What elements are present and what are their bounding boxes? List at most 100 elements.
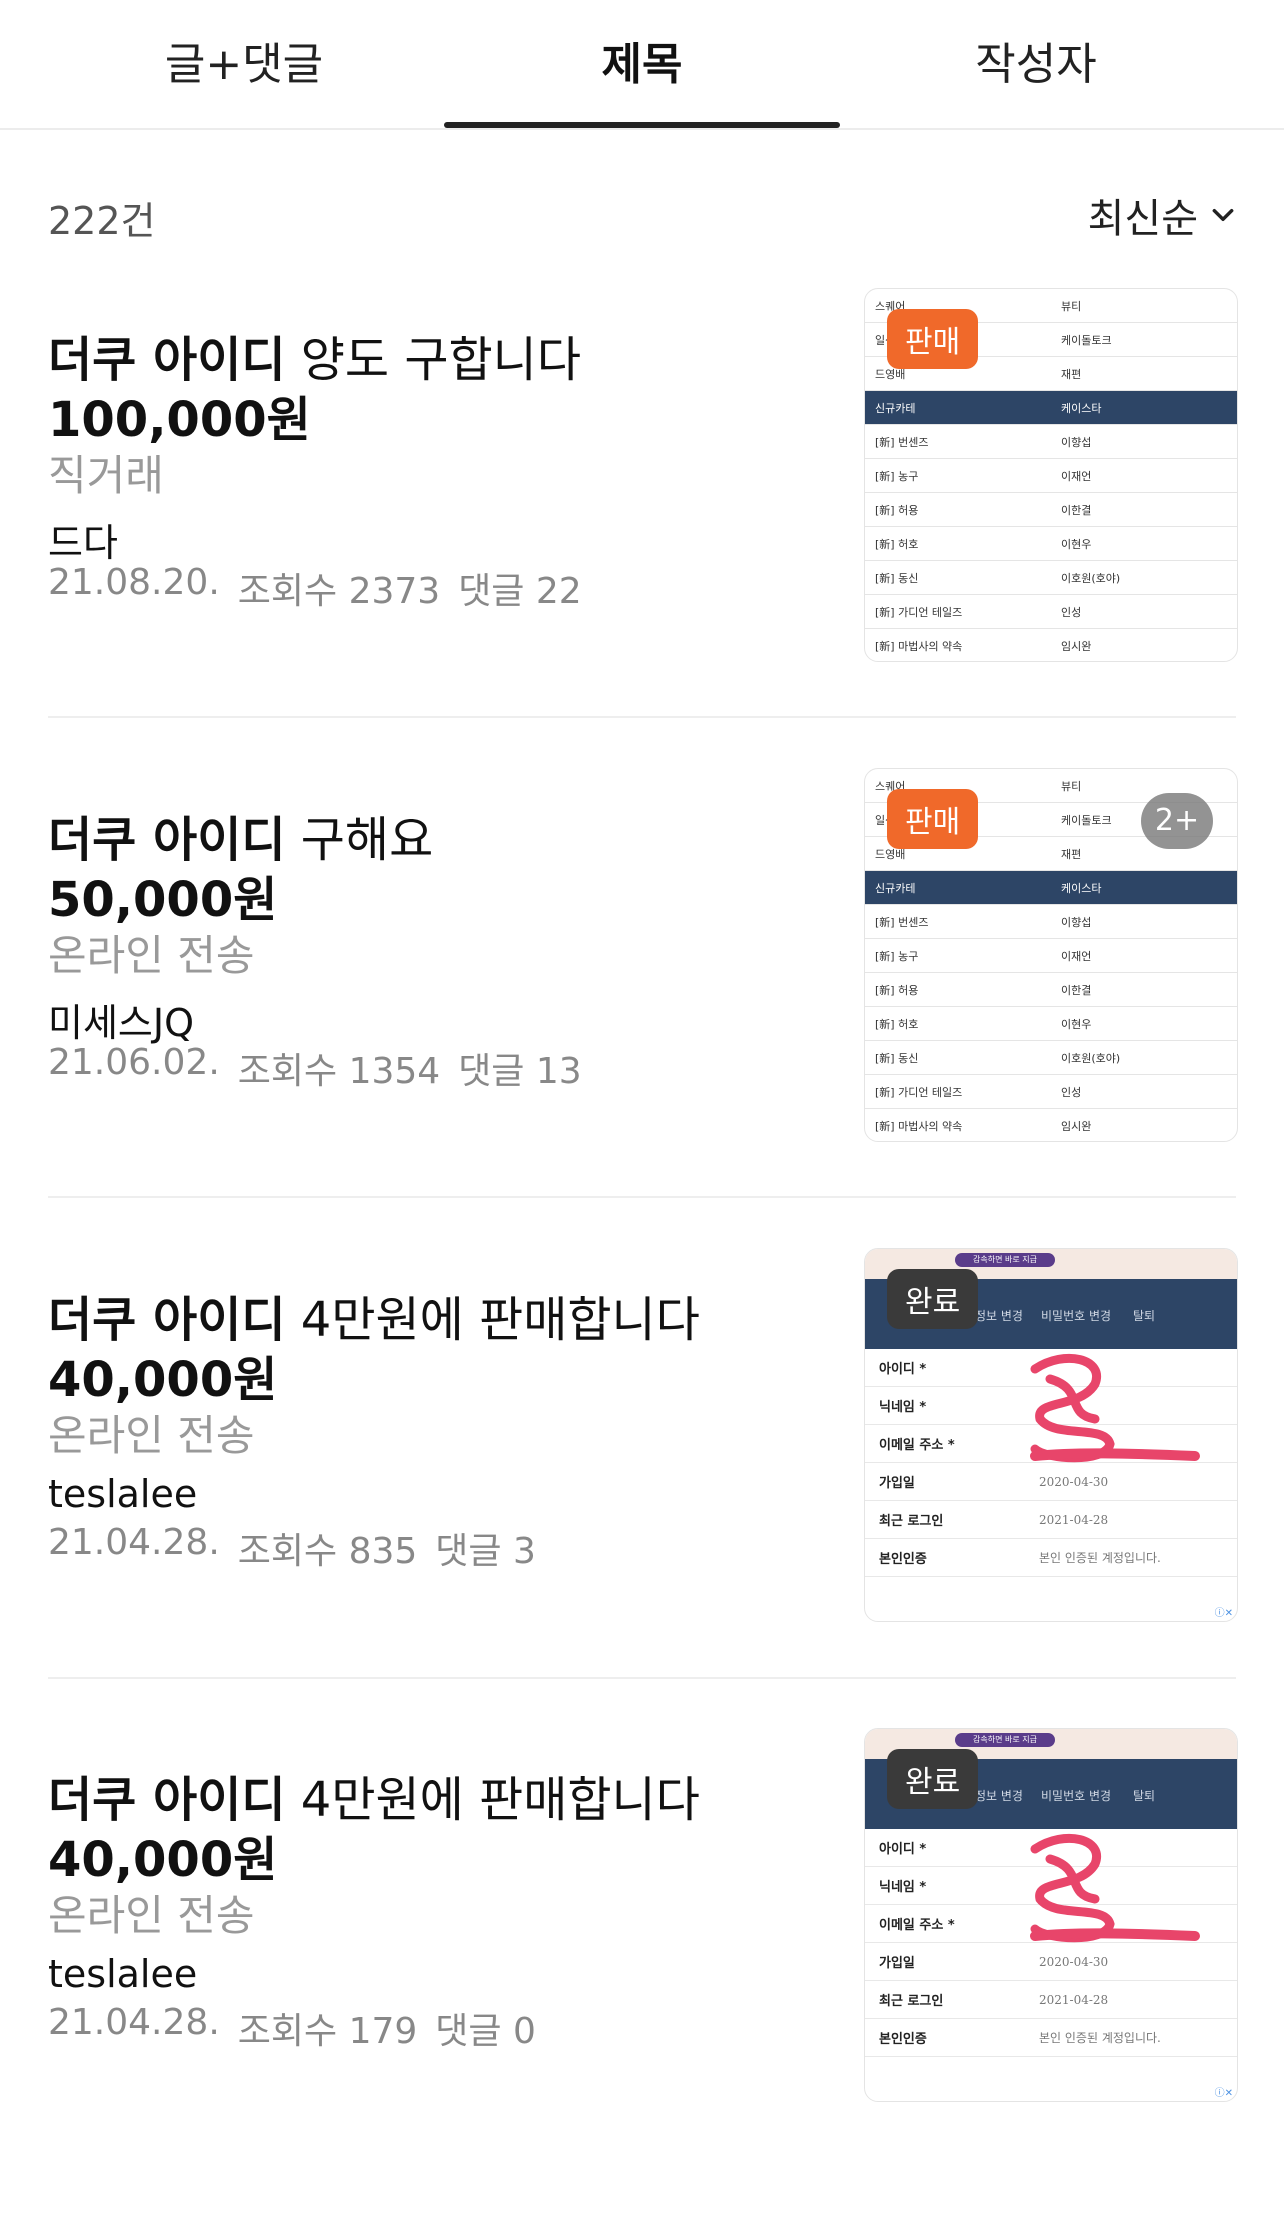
thumbnail-table-row: [新] 동신 이호원(호야) [865,561,1237,595]
thumbnail-table-cell: [新] 동신 [875,1051,919,1065]
thumbnail-table-cell: [新] 마법사의 약속 [875,639,963,653]
item-meta: 21.08.20. 조회수 2373 댓글 22 [48,562,582,614]
thumbnail-table-cell: [新] 번센즈 [875,435,929,449]
divider [48,1196,1236,1198]
thumbnail-table-cell: 이재언 [1061,949,1092,963]
thumbnail-table-cell: 뷰티 [1061,299,1082,313]
item-meta: 21.06.02. 조회수 1354 댓글 13 [48,1042,582,1094]
tab-author[interactable]: 작성자 [836,28,1236,92]
thumbnail-table-cell: [新] 농구 [875,949,919,963]
item-meta: 21.04.28. 조회수 835 댓글 3 [48,1522,536,1574]
item-comments: 댓글 3 [435,1531,536,1572]
ad-info-close-icon: ⓘ✕ [1214,1608,1233,1619]
thumbnail-table-cell: 이재언 [1061,469,1092,483]
thumbnail-table-cell: 케이돌토크 [1061,333,1112,347]
sort-dropdown[interactable]: 최신순 [1088,186,1236,244]
thumbnail-table-cell: 신규카테 [875,401,916,415]
item-price: 100,000원 [48,392,311,448]
title-text: 4만원에 판매합니다 [285,1292,700,1348]
item-date: 21.04.28. [48,2002,220,2043]
trade-method: 온라인 전송 [48,931,255,980]
thumbnail-table-row: [新] 동신 이호원(호야) [865,1041,1237,1075]
thumbnail-table-row: [新] 마법사의 약속 임시완 [865,1109,1237,1141]
thumbnail-table-row: 신규카테 케이스타 [865,391,1237,425]
tab-post-and-comment[interactable]: 글+댓글 [44,28,444,92]
thumbnail-table-cell: [新] 가디언 테일즈 [875,1085,963,1099]
item-date: 21.06.02. [48,1042,220,1083]
thumbnail-table-row: [新] 번센즈 이향섭 [865,905,1237,939]
thumbnail-table-row: [新] 가디언 테일즈 인성 [865,1075,1237,1109]
thumbnail-table-row: [新] 허호 이현우 [865,1007,1237,1041]
thumbnail-table-row: [新] 허호 이현우 [865,527,1237,561]
thumbnail-table-cell: 임시완 [1061,639,1092,653]
image-count-badge: 2+ [1141,793,1213,849]
list-item[interactable]: 더쿠 아이디 구해요 50,000원 온라인 전송 미세스JQ 21.06.02… [48,768,1238,1260]
thumbnail-table-cell: 케이스타 [1061,881,1102,895]
trade-method: 직거래 [48,451,164,500]
item-views: 조회수 179 [237,2011,418,2052]
thumbnail-table-cell: [新] 동신 [875,571,919,585]
thumbnail-table-cell: 이한결 [1061,503,1092,517]
thumbnail-table-row: [新] 농구 이재언 [865,459,1237,493]
title-text: 양도 구합니다 [285,332,581,388]
thumbnail-table-cell: 뷰티 [1061,779,1082,793]
chevron-down-icon [1212,208,1234,222]
item-views: 조회수 2373 [237,571,441,612]
title-text: 구해요 [285,812,434,868]
thumbnail-table-cell: 인성 [1061,1085,1082,1099]
result-count: 222건 [48,199,156,243]
item-views: 조회수 1354 [237,1051,441,1092]
item-thumbnail: 스퀘어 뷰티 일상 케이돌토크 드영배 재편 신규카테 케이스타 [新] 번센즈 이향섭 [新] 농… [864,768,1238,1142]
thumbnail-table-cell: [新] 허호 [875,1017,919,1031]
item-date: 21.04.28. [48,1522,220,1563]
list-item[interactable]: 더쿠 아이디 4만원에 판매합니다 40,000원 온라인 전송 teslale… [48,1728,1238,2220]
item-date: 21.08.20. [48,562,220,603]
item-price: 50,000원 [48,872,278,928]
thumbnail-table-cell: [新] 허용 [875,503,919,517]
thumbnail-table-cell: [新] 가디언 테일즈 [875,605,963,619]
thumbnail-table-row: [新] 가디언 테일즈 인성 [865,595,1237,629]
thumbnail-table-cell: 케이스타 [1061,401,1102,415]
status-badge: 판매 [887,309,979,369]
thumbnail-table-row: [新] 허용 이한결 [865,973,1237,1007]
item-views: 조회수 835 [237,1531,418,1572]
thumbnail-table-cell: [新] 농구 [875,469,919,483]
thumbnail-table-cell: 이현우 [1061,537,1092,551]
item-comments: 댓글 13 [458,1051,582,1092]
thumbnail-table-cell: 이향섭 [1061,915,1092,929]
thumbnail-table-row: [新] 마법사의 약속 임시완 [865,629,1237,661]
item-price: 40,000원 [48,1832,278,1888]
thumbnail-table-cell: 이한결 [1061,983,1092,997]
item-thumbnail: 감속하면 바로 지급 정보 변경 비밀번호 변경 탈퇴 아이디 * 닉네임 * 이메일 주소… [864,1248,1238,1622]
thumbnail-table-cell: [新] 마법사의 약속 [875,1119,963,1133]
status-badge: 완료 [887,1269,979,1329]
item-meta: 21.04.28. 조회수 179 댓글 0 [48,2002,536,2054]
title-text: 4만원에 판매합니다 [285,1772,700,1828]
status-badge: 완료 [887,1749,979,1809]
item-price: 40,000원 [48,1352,278,1408]
ad-info-close-icon: ⓘ✕ [1214,2088,1233,2099]
trade-method: 온라인 전송 [48,1411,255,1460]
thumbnail-table-cell: [新] 허호 [875,537,919,551]
divider [48,1677,1236,1679]
item-comments: 댓글 22 [458,571,582,612]
item-comments: 댓글 0 [435,2011,536,2052]
divider [48,716,1236,718]
thumbnail-table-row: 신규카테 케이스타 [865,871,1237,905]
thumbnail-table-cell: 이호원(호야) [1061,571,1121,585]
thumbnail-table-cell: 임시완 [1061,1119,1092,1133]
thumbnail-table-cell: 재편 [1061,847,1082,861]
thumbnail-table-cell: [新] 허용 [875,983,919,997]
thumbnail-table-cell: 인성 [1061,605,1082,619]
list-item[interactable]: 더쿠 아이디 양도 구합니다 100,000원 직거래 드다 21.08.20.… [48,288,1238,780]
thumbnail-table-row: [新] 번센즈 이향섭 [865,425,1237,459]
item-thumbnail: 스퀘어 뷰티 일상 케이돌토크 드영배 재편 신규카테 케이스타 [新] 번센즈 이향섭 [新] 농… [864,288,1238,662]
thumbnail-table-cell: 이현우 [1061,1017,1092,1031]
list-item[interactable]: 더쿠 아이디 4만원에 판매합니다 40,000원 온라인 전송 teslale… [48,1248,1238,1740]
item-author: 미세스JQ [48,1001,194,1045]
thumbnail-table-cell: [新] 번센즈 [875,915,929,929]
thumbnail-table-row: [新] 농구 이재언 [865,939,1237,973]
sort-label: 최신순 [1087,196,1198,242]
tab-title[interactable]: 제목 [442,28,842,92]
item-author: 드다 [48,521,118,565]
